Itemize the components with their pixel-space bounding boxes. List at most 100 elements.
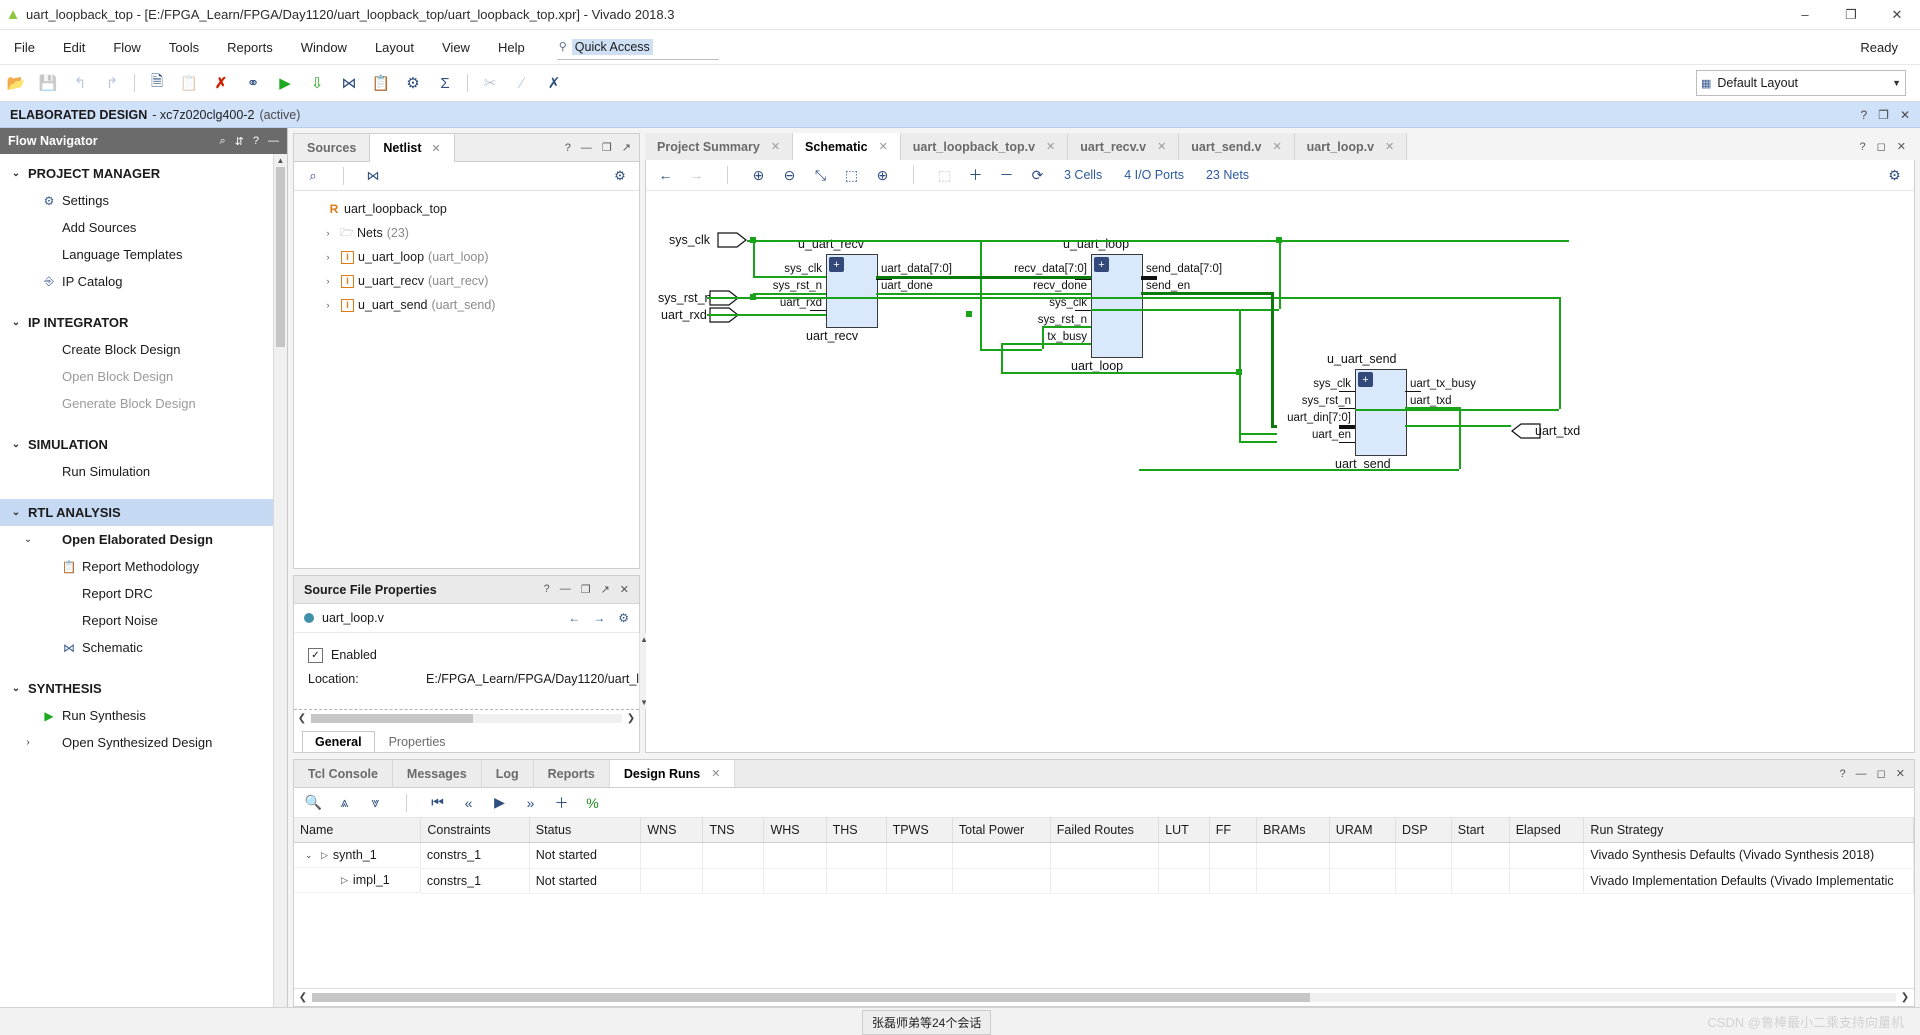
expand-icon[interactable]: ＋ <box>960 162 991 188</box>
collapse-all-icon[interactable]: ⩓ <box>329 790 360 815</box>
scroll-left-icon[interactable]: ❮ <box>297 992 309 1003</box>
menu-file[interactable]: File <box>0 30 49 64</box>
chevron-down-icon[interactable]: ▼ <box>1892 78 1901 88</box>
redo-icon[interactable]: ↱ <box>96 68 128 98</box>
tab-reports[interactable]: Reports <box>534 760 610 787</box>
scroll-right-icon[interactable]: ❯ <box>625 713 637 724</box>
next-run-icon[interactable]: » <box>515 790 546 815</box>
menu-view[interactable]: View <box>428 30 484 64</box>
locate-icon[interactable]: ⊕ <box>867 162 898 188</box>
column-header-ths[interactable]: THS <box>826 818 887 843</box>
close-icon[interactable]: ✕ <box>1896 767 1905 780</box>
search-icon[interactable]: 🔍 <box>298 790 329 815</box>
back-icon[interactable]: ← <box>568 611 580 625</box>
column-header-status[interactable]: Status <box>529 818 642 843</box>
undo-icon[interactable]: ↰ <box>64 68 96 98</box>
netlist-item-u_uart_send[interactable]: › Iu_uart_send (uart_send) <box>294 293 639 317</box>
flownav-section-simulation[interactable]: ⌄ SIMULATION <box>0 431 287 458</box>
maximize-icon[interactable]: ❐ <box>581 583 591 596</box>
close-icon[interactable]: ✕ <box>432 142 441 155</box>
close-icon[interactable]: ✕ <box>1046 140 1055 153</box>
tab-properties[interactable]: Properties <box>377 732 458 752</box>
tab-schematic[interactable]: Schematic ✕ <box>793 133 901 160</box>
chevron-right-icon[interactable]: › <box>319 228 337 238</box>
sidebar-item-ip-catalog[interactable]: ⎆ IP Catalog <box>0 268 287 295</box>
forward-icon[interactable]: → <box>593 611 605 625</box>
banner-help-icon[interactable]: ? <box>1860 108 1867 122</box>
help-icon[interactable]: ? <box>1860 141 1866 153</box>
sidebar-item-language-templates[interactable]: Language Templates <box>0 241 287 268</box>
menu-help[interactable]: Help <box>484 30 539 64</box>
column-header-failed-routes[interactable]: Failed Routes <box>1050 818 1160 843</box>
close-icon[interactable]: ✕ <box>620 583 629 596</box>
chevron-right-icon[interactable]: › <box>319 300 337 310</box>
cell-icon[interactable]: ⬚ <box>929 162 960 188</box>
schematic-canvas[interactable]: sys_clk sys_rst_n uart_rxd uart_txd u_uart_r… <box>646 191 1914 752</box>
zoom-in-icon[interactable]: ⊕ <box>743 162 774 188</box>
tab-tcl-console[interactable]: Tcl Console <box>294 760 393 787</box>
regenerate-icon[interactable]: ⟳ <box>1022 162 1053 188</box>
column-header-tpws[interactable]: TPWS <box>886 818 953 843</box>
menu-layout[interactable]: Layout <box>361 30 428 64</box>
gear-icon[interactable]: ⚙ <box>1879 162 1910 188</box>
flownav-section-synthesis[interactable]: ⌄ SYNTHESIS <box>0 675 287 702</box>
maximize-icon[interactable]: ◻ <box>1877 140 1886 153</box>
scroll-left-icon[interactable]: ❮ <box>296 713 308 724</box>
column-header-whs[interactable]: WHS <box>763 818 827 843</box>
chevron-down-icon[interactable]: ⌄ <box>6 507 26 518</box>
sidebar-item-schematic[interactable]: ⋈ Schematic <box>0 634 287 661</box>
collapse-all-icon[interactable]: ⌕ <box>219 135 225 148</box>
column-header-run-strategy[interactable]: Run Strategy <box>1583 818 1914 843</box>
add-run-icon[interactable]: ＋ <box>546 790 577 815</box>
run-icon[interactable]: ▶ <box>269 68 301 98</box>
schematic-icon[interactable]: ⋈ <box>358 164 388 188</box>
scroll-thumb[interactable] <box>312 993 1310 1002</box>
column-header-elapsed[interactable]: Elapsed <box>1509 818 1585 843</box>
menu-window[interactable]: Window <box>287 30 361 64</box>
close-design-icon[interactable]: ✗ <box>205 68 237 98</box>
scroll-thumb[interactable] <box>276 167 285 347</box>
layout-selector[interactable]: ▦ Default Layout ▼ <box>1696 70 1906 96</box>
flownav-section-ip-integrator[interactable]: ⌄ IP INTEGRATOR <box>0 309 287 336</box>
collapse-icon[interactable]: － <box>991 162 1022 188</box>
banner-maximize-icon[interactable]: ❐ <box>1878 108 1889 122</box>
tab-messages[interactable]: Messages <box>393 760 482 787</box>
sidebar-item-run-synthesis[interactable]: ▶ Run Synthesis <box>0 702 287 729</box>
sidebar-item-open-synthesized-design[interactable]: › Open Synthesized Design <box>0 729 287 756</box>
expand-block-icon[interactable]: + <box>1358 372 1373 387</box>
tab-uart_send-v[interactable]: uart_send.v ✕ <box>1179 133 1295 160</box>
help-icon[interactable]: ? <box>544 583 550 596</box>
properties-horizontal-scrollbar[interactable]: ❮ ❯ <box>294 709 639 726</box>
prev-run-icon[interactable]: « <box>453 790 484 815</box>
zoom-fit-icon[interactable]: ⤡ <box>805 162 836 188</box>
gear-icon[interactable]: ⚙ <box>618 611 629 625</box>
scroll-up-icon[interactable]: ▲ <box>274 154 287 167</box>
quick-access-box[interactable]: ⚲ Quick Access <box>556 35 719 60</box>
maximize-button[interactable]: ❐ <box>1828 0 1874 29</box>
close-icon[interactable]: ✕ <box>1272 140 1281 153</box>
chevron-down-icon[interactable]: ⌄ <box>6 168 26 179</box>
sidebar-item-report-methodology[interactable]: 📋 Report Methodology <box>0 553 287 580</box>
help-icon[interactable]: ? <box>1840 768 1846 780</box>
table-row[interactable]: ▷ impl_1 constrs_1 Not started Vivado Implem… <box>294 868 1914 894</box>
schematic-stat-23-nets[interactable]: 23 Nets <box>1195 168 1260 182</box>
tab-log[interactable]: Log <box>482 760 534 787</box>
input-port-shape[interactable] <box>717 232 747 248</box>
report-icon[interactable]: 📋 <box>365 68 397 98</box>
chevron-icon[interactable]: › <box>18 737 38 748</box>
close-icon[interactable]: ✕ <box>771 140 780 153</box>
column-header-lut[interactable]: LUT <box>1158 818 1210 843</box>
close-button[interactable]: ✕ <box>1874 0 1920 29</box>
scroll-track[interactable] <box>312 993 1896 1002</box>
schematic-stat-4-i-o-ports[interactable]: 4 I/O Ports <box>1113 168 1195 182</box>
quick-access-input[interactable]: Quick Access <box>571 38 653 55</box>
float-icon[interactable]: ↗ <box>601 583 610 596</box>
expand-all-icon[interactable]: ⩔ <box>360 790 391 815</box>
back-icon[interactable]: ← <box>650 162 681 188</box>
scroll-thumb[interactable] <box>311 713 473 723</box>
column-header-start[interactable]: Start <box>1451 818 1510 843</box>
design-runs-table-wrap[interactable]: Name Constraints Status WNS TNS WHS THS TPWS Tot… <box>294 818 1914 988</box>
menu-reports[interactable]: Reports <box>213 30 287 64</box>
chevron-down-icon[interactable]: ⌄ <box>6 683 26 694</box>
add-sources-icon[interactable]: 🗎 <box>141 68 173 98</box>
